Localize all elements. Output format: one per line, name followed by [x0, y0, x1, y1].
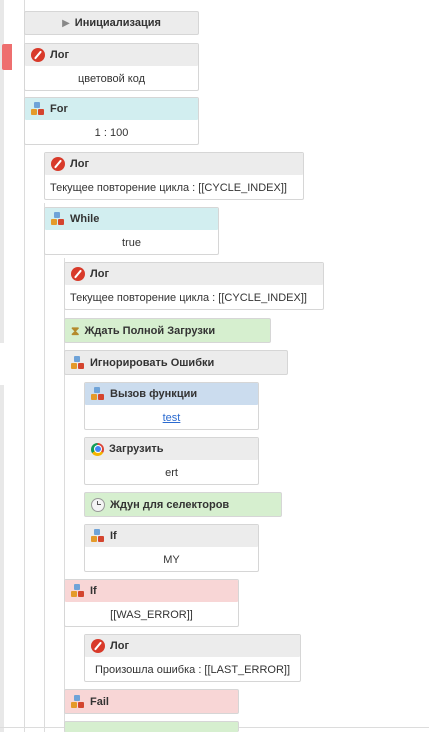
wait-load-block[interactable]: ⧗ Ждать Полной Загрузки — [64, 318, 271, 343]
for-title: For — [50, 103, 68, 115]
log-cycle-body: Текущее повторение цикла : [[CYCLE_INDEX… — [50, 182, 287, 194]
log-icon — [91, 639, 105, 653]
log-title: Лог — [50, 49, 70, 61]
if-error-header: If — [65, 580, 238, 602]
log-icon — [51, 157, 65, 171]
log-cycle-header: Лог — [45, 153, 303, 175]
load-block[interactable]: Загрузить ert — [84, 437, 259, 485]
for-block[interactable]: For 1 : 100 — [24, 97, 199, 145]
if-my-block[interactable]: If MY — [84, 524, 259, 572]
init-header: ▶ Инициализация — [25, 12, 198, 34]
wait-selectors-block[interactable]: Ждун для селекторов — [84, 492, 282, 517]
play-icon: ▶ — [62, 17, 70, 29]
log-cycle-inner-body: Текущее повторение цикла : [[CYCLE_INDEX… — [70, 292, 307, 304]
load-body: ert — [165, 467, 178, 479]
fail-header: Fail — [65, 690, 238, 713]
call-function-body: test — [85, 405, 258, 431]
init-block[interactable]: ▶ Инициализация — [24, 11, 199, 35]
log-icon — [71, 267, 85, 281]
if-error-title: If — [90, 585, 97, 597]
active-block-marker — [2, 44, 12, 70]
init-title: Инициализация — [74, 17, 161, 29]
if-my-header: If — [85, 525, 258, 547]
fail-title: Fail — [90, 695, 109, 708]
while-title: While — [70, 213, 100, 225]
function-link[interactable]: test — [163, 412, 181, 424]
wait-load-header: ⧗ Ждать Полной Загрузки — [65, 319, 270, 342]
log-icon — [31, 48, 45, 62]
bricks-icon — [51, 212, 65, 226]
call-function-title: Вызов функции — [110, 388, 198, 400]
log-cycle-inner-block[interactable]: Лог Текущее повторение цикла : [[CYCLE_I… — [64, 262, 324, 310]
bricks-icon — [71, 355, 85, 370]
left-edge-strip-lower — [0, 385, 4, 732]
chrome-icon — [91, 442, 104, 456]
log-error-title: Лог — [110, 640, 130, 652]
if-error-block[interactable]: If [[WAS_ERROR]] — [64, 579, 239, 627]
log-cycle-block[interactable]: Лог Текущее повторение цикла : [[CYCLE_I… — [44, 152, 304, 200]
log-block[interactable]: Лог цветовой код — [24, 43, 199, 91]
if-error-body: [[WAS_ERROR]] — [110, 609, 193, 621]
log-error-block[interactable]: Лог Произошла ошибка : [[LAST_ERROR]] — [84, 634, 301, 682]
if-my-title: If — [110, 530, 117, 542]
log-error-header: Лог — [85, 635, 300, 657]
for-header: For — [25, 98, 198, 120]
bricks-icon — [71, 584, 85, 598]
while-gutter-line — [44, 203, 45, 732]
log-body: цветовой код — [77, 73, 146, 85]
hourglass-icon: ⧗ — [71, 323, 80, 338]
next-block-partial[interactable] — [64, 721, 239, 732]
fail-block[interactable]: Fail — [64, 689, 239, 714]
ignore-errors-header: Игнорировать Ошибки — [65, 351, 287, 374]
call-function-header: Вызов функции — [85, 383, 258, 405]
if-my-body: MY — [163, 554, 180, 566]
while-header: While — [45, 208, 218, 230]
log-header: Лог — [25, 44, 198, 66]
load-title: Загрузить — [109, 443, 164, 455]
bricks-icon — [71, 694, 85, 709]
bricks-icon — [91, 529, 105, 543]
wait-load-title: Ждать Полной Загрузки — [84, 324, 216, 337]
clock-icon — [91, 497, 105, 512]
bricks-icon — [31, 102, 45, 116]
log-cycle-inner-title: Лог — [90, 268, 110, 280]
while-body: true — [122, 237, 141, 249]
wait-selectors-title: Ждун для селекторов — [110, 498, 230, 511]
wait-selectors-header: Ждун для селекторов — [85, 493, 281, 516]
log-error-body: Произошла ошибка : [[LAST_ERROR]] — [94, 664, 291, 676]
for-body: 1 : 100 — [94, 127, 129, 139]
while-block[interactable]: While true — [44, 207, 219, 255]
log-cycle-title: Лог — [70, 158, 90, 170]
ignore-errors-title: Игнорировать Ошибки — [90, 356, 215, 369]
log-cycle-inner-header: Лог — [65, 263, 323, 285]
call-function-block[interactable]: Вызов функции test — [84, 382, 259, 430]
ignore-errors-block[interactable]: Игнорировать Ошибки — [64, 350, 288, 375]
bricks-icon — [91, 387, 105, 401]
load-header: Загрузить — [85, 438, 258, 460]
